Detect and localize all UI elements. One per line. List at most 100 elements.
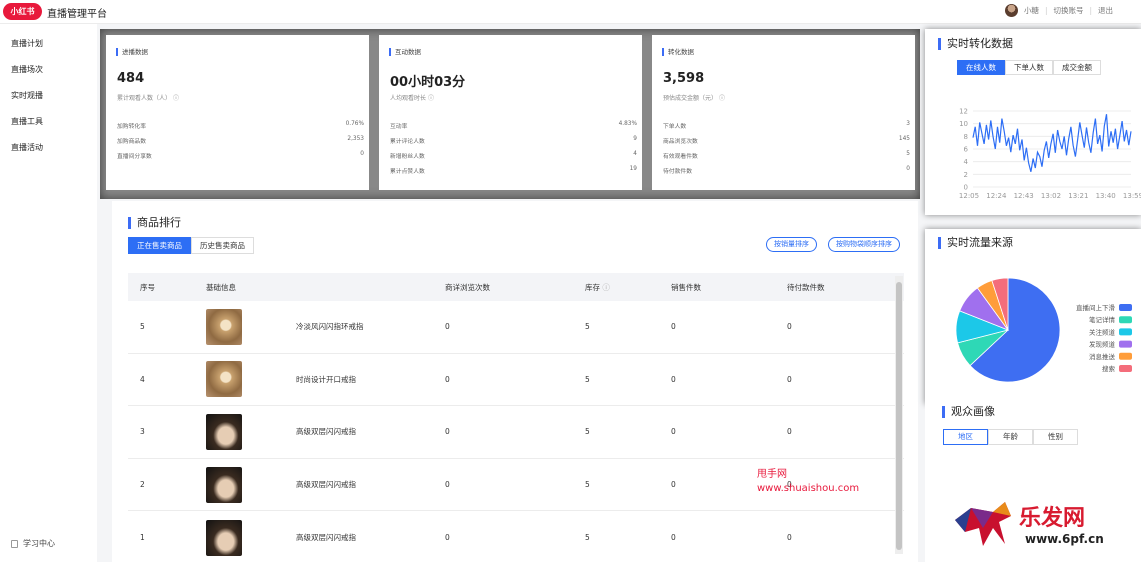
stat-card-interaction: 互动数据 00小时03分 人均观看时长 ⓘ 互动率 4.83% 累计评论人数 9 新… bbox=[379, 35, 642, 190]
stock-cell: 5 bbox=[585, 322, 590, 332]
stat-card-entry: 进播数据 484 累计观看人数（人） ⓘ 加购转化率 0.76% 加购商品数 2,3… bbox=[106, 35, 369, 190]
table-row[interactable]: 5 冷淡风闪闪指环戒指 0 5 0 0 bbox=[128, 301, 904, 354]
sold-cell: 0 bbox=[671, 533, 676, 543]
card-row: 直播间分享数 0 bbox=[117, 151, 364, 160]
rank-cell: 5 bbox=[140, 322, 145, 332]
sort-by-bag-order-button[interactable]: 按购物袋顺序排序 bbox=[828, 237, 900, 252]
tab-history[interactable]: 历史售卖商品 bbox=[191, 237, 254, 254]
thumb-cell bbox=[206, 361, 296, 398]
tab-selling-now[interactable]: 正在售卖商品 bbox=[128, 237, 191, 254]
top-bar: 小红书 直播管理平台 小糖 | 切换账号 | 退出 bbox=[0, 0, 1141, 24]
sidebar-item-live-tools[interactable]: 直播工具 bbox=[11, 116, 43, 127]
username[interactable]: 小糖 bbox=[1024, 5, 1039, 16]
column-header: 序号 bbox=[140, 282, 155, 292]
card-row: 商品浏览次数 145 bbox=[663, 136, 910, 145]
product-name: 冷淡风闪闪指环戒指 bbox=[296, 322, 364, 332]
card-row: 下单人数 3 bbox=[663, 121, 910, 130]
pending-cell: 0 bbox=[787, 427, 792, 437]
card-big-value: 484 bbox=[117, 71, 145, 86]
scrollbar-thumb[interactable] bbox=[896, 282, 902, 550]
y-tick-label: 8 bbox=[964, 133, 968, 141]
info-icon[interactable]: ⓘ bbox=[602, 283, 610, 292]
tab-gender[interactable]: 性别 bbox=[1033, 429, 1078, 445]
legend-swatch bbox=[1119, 316, 1132, 324]
column-header: 商详浏览次数 bbox=[445, 282, 490, 292]
card-row: 累计点赞人数 19 bbox=[390, 166, 637, 175]
card-rows: 互动率 4.83% 累计评论人数 9 新增粉丝人数 4 累计点赞人数 19 bbox=[390, 121, 637, 181]
realtime-conversion-panel: 实时转化数据 在线人数 下单人数 成交金额 0 2 4 6 8 10 12 12:05 12:2… bbox=[925, 29, 1141, 215]
table-row[interactable]: 3 高级双层闪闪戒指 0 5 0 0 bbox=[128, 406, 904, 459]
product-image[interactable] bbox=[206, 519, 242, 556]
x-tick-label: 13:02 bbox=[1041, 192, 1061, 200]
thumb-cell bbox=[206, 519, 296, 556]
product-table: 序号 基础信息 商详浏览次数 库存 ⓘ 销售件数 待付款件数 5 冷淡风闪闪指环… bbox=[128, 273, 904, 562]
sidebar: 直播计划 直播场次 实时观播 直播工具 直播活动 学习中心 bbox=[0, 24, 97, 562]
column-header-stock: 库存 ⓘ bbox=[585, 282, 610, 292]
tab-region[interactable]: 地区 bbox=[943, 429, 988, 445]
thumb-cell bbox=[206, 308, 296, 345]
product-image[interactable] bbox=[206, 361, 242, 398]
table-row[interactable]: 4 时尚设计开口戒指 0 5 0 0 bbox=[128, 354, 904, 407]
info-icon[interactable]: ⓘ bbox=[428, 95, 434, 102]
views-cell: 0 bbox=[445, 427, 450, 437]
section-title: 观众画像 bbox=[942, 406, 995, 418]
card-rows: 下单人数 3 商品浏览次数 145 有效观看件数 5 待付款件数 0 bbox=[663, 121, 910, 181]
table-header: 序号 基础信息 商详浏览次数 库存 ⓘ 销售件数 待付款件数 bbox=[128, 273, 904, 301]
stats-panel: 进播数据 484 累计观看人数（人） ⓘ 加购转化率 0.76% 加购商品数 2,3… bbox=[100, 29, 920, 199]
switch-account-link[interactable]: 切换账号 bbox=[1053, 5, 1083, 16]
online-users-line-chart: 0 2 4 6 8 10 12 12:05 12:24 12:43 13:02 13:21 13:40 1… bbox=[959, 108, 1141, 201]
watermark-name: 乐发网 bbox=[1019, 505, 1086, 531]
x-tick-label: 12:24 bbox=[986, 192, 1007, 200]
card-title: 进播数据 bbox=[116, 48, 148, 56]
card-big-value: 00小时03分 bbox=[390, 75, 466, 90]
stock-cell: 5 bbox=[585, 427, 590, 437]
product-name: 时尚设计开口戒指 bbox=[296, 374, 356, 384]
product-image[interactable] bbox=[206, 413, 242, 450]
logout-link[interactable]: 退出 bbox=[1098, 5, 1113, 16]
info-icon[interactable]: ⓘ bbox=[719, 95, 725, 102]
app-title: 直播管理平台 bbox=[47, 9, 107, 20]
card-row: 加购转化率 0.76% bbox=[117, 121, 364, 130]
sold-cell: 0 bbox=[671, 322, 676, 332]
tab-age[interactable]: 年龄 bbox=[988, 429, 1033, 445]
sidebar-item-live-sessions[interactable]: 直播场次 bbox=[11, 64, 43, 75]
legend-swatch bbox=[1119, 304, 1132, 311]
column-header: 基础信息 bbox=[206, 282, 236, 292]
brand-logo[interactable]: 小红书 bbox=[3, 3, 42, 20]
y-tick-label: 10 bbox=[959, 120, 968, 128]
card-row: 待付款件数 0 bbox=[663, 166, 910, 175]
legend-label: 消息推送 bbox=[1089, 352, 1116, 361]
document-icon bbox=[11, 539, 18, 548]
sidebar-item-live-events[interactable]: 直播活动 bbox=[11, 142, 43, 153]
x-tick-label: 13:59 bbox=[1123, 192, 1141, 200]
stock-cell: 5 bbox=[585, 374, 590, 384]
legend-label: 搜索 bbox=[1102, 364, 1116, 373]
avatar[interactable] bbox=[1004, 4, 1018, 17]
product-name: 高级双层闪闪戒指 bbox=[296, 533, 356, 543]
section-title: 商品排行 bbox=[128, 217, 181, 229]
pending-cell: 0 bbox=[787, 533, 792, 543]
sort-by-sales-button[interactable]: 按销量排序 bbox=[766, 237, 817, 252]
card-big-value: 3,598 bbox=[663, 71, 705, 86]
info-icon[interactable]: ⓘ bbox=[173, 95, 179, 102]
rank-cell: 1 bbox=[140, 533, 145, 543]
views-cell: 0 bbox=[445, 374, 450, 384]
watermark-shuaishou: 甩手网 www.shuaishou.com bbox=[757, 468, 859, 496]
product-image[interactable] bbox=[206, 466, 242, 503]
card-title: 互动数据 bbox=[389, 48, 421, 56]
product-name: 高级双层闪闪戒指 bbox=[296, 427, 356, 437]
sidebar-item-live-plan[interactable]: 直播计划 bbox=[11, 38, 43, 49]
legend-label: 发现频道 bbox=[1089, 340, 1116, 349]
x-tick-label: 12:05 bbox=[959, 192, 979, 200]
table-row[interactable]: 1 高级双层闪闪戒指 0 5 0 0 bbox=[128, 511, 904, 562]
product-image[interactable] bbox=[206, 308, 242, 345]
pending-cell: 0 bbox=[787, 374, 792, 384]
card-sub-label: 累计观看人数（人） ⓘ bbox=[117, 95, 179, 102]
rank-cell: 3 bbox=[140, 427, 145, 437]
learning-center-link[interactable]: 学习中心 bbox=[11, 538, 55, 549]
x-tick-label: 12:43 bbox=[1014, 192, 1034, 200]
column-header: 销售件数 bbox=[671, 282, 701, 292]
table-scrollbar[interactable] bbox=[895, 276, 903, 554]
sidebar-item-realtime[interactable]: 实时观播 bbox=[11, 90, 43, 101]
card-row: 新增粉丝人数 4 bbox=[390, 151, 637, 160]
